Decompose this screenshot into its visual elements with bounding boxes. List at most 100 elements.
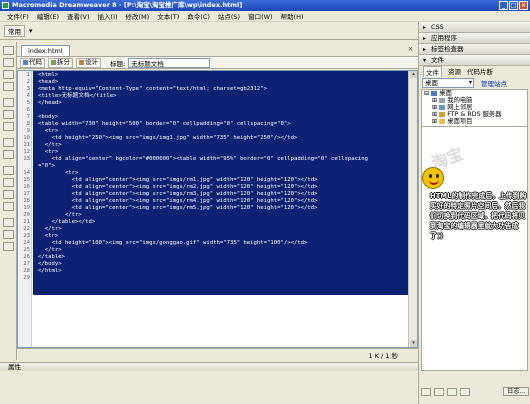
minimize-button[interactable]: _: [499, 1, 508, 10]
indent-code-icon[interactable]: [3, 218, 14, 227]
connect-icon[interactable]: [421, 387, 431, 396]
code-line[interactable]: 20 </tr>: [18, 212, 408, 219]
code-line[interactable]: 23 <tr>: [18, 233, 408, 240]
code-view-button[interactable]: 代码: [20, 57, 45, 68]
collapse-icon[interactable]: ⊟: [424, 90, 429, 97]
code-line[interactable]: 28 </html>: [18, 268, 408, 275]
manage-sites-link[interactable]: 管理站点: [481, 78, 507, 88]
wrap-tag-icon[interactable]: [3, 190, 14, 199]
tree-item-ftp-rds[interactable]: ⊞ FTP & RDS 服务器: [422, 111, 527, 118]
code-line[interactable]: 6: [18, 107, 408, 114]
code-line[interactable]: 5 </head>: [18, 100, 408, 107]
insert-category-select[interactable]: 常用: [4, 24, 25, 37]
code-line[interactable]: 12 <tr>: [18, 149, 408, 156]
close-button[interactable]: ×: [519, 1, 528, 10]
application-panel-header[interactable]: 应用程序: [419, 33, 530, 44]
expand-icon[interactable]: ⊞: [432, 111, 437, 118]
collapse-selection-icon[interactable]: [3, 70, 14, 79]
get-files-icon[interactable]: [447, 387, 457, 396]
tab-assets[interactable]: 资源: [448, 66, 461, 76]
menu-commands[interactable]: 命令(C): [183, 11, 214, 21]
design-view-button[interactable]: 设计: [76, 57, 101, 68]
files-panel-header[interactable]: 文件: [419, 55, 530, 66]
code-line[interactable]: 8 <table width="730" height="500" border=…: [18, 121, 408, 128]
scroll-down-icon[interactable]: ▾: [410, 340, 417, 347]
site-select[interactable]: 桌面: [422, 77, 474, 88]
code-text: <td align="center" bgcolor="#000000"><ta…: [38, 156, 369, 162]
code-line[interactable]: 27 </body>: [18, 261, 408, 268]
code-line[interactable]: 3 <meta http-equiv="Content-Type" content…: [18, 86, 408, 93]
code-line[interactable]: 21 </table></td>: [18, 219, 408, 226]
select-parent-tag-icon[interactable]: [3, 98, 14, 107]
format-source-icon[interactable]: [3, 242, 14, 251]
tree-item-desktop-items[interactable]: ⊞ 桌面项目: [422, 118, 527, 125]
menu-help[interactable]: 帮助(H): [277, 11, 308, 21]
recent-snippets-icon[interactable]: [3, 202, 14, 211]
tree-item-network[interactable]: ⊞ 网上邻居: [422, 104, 527, 111]
code-line[interactable]: 14 <tr>: [18, 170, 408, 177]
menu-window[interactable]: 窗口(W): [244, 11, 277, 21]
code-line[interactable]: 22 </tr>: [18, 226, 408, 233]
code-line[interactable]: 17 <td align="center"><img src="imgs/rm3…: [18, 191, 408, 198]
menu-modify[interactable]: 修改(M): [122, 11, 154, 21]
document-close-icon[interactable]: ×: [406, 45, 415, 54]
line-numbers-icon[interactable]: [3, 122, 14, 131]
code-line[interactable]: 4 <title>无标题文档</title>: [18, 93, 408, 100]
apply-comment-icon[interactable]: [3, 166, 14, 175]
collapse-tag-icon[interactable]: [3, 58, 14, 67]
code-line[interactable]: 26 </table>: [18, 254, 408, 261]
log-button[interactable]: 日志...: [503, 387, 529, 396]
insert-category-chevron-icon[interactable]: ▾: [29, 27, 33, 35]
tab-snippets[interactable]: 代码片断: [467, 66, 493, 76]
code-line[interactable]: 25 </tr>: [18, 247, 408, 254]
properties-panel-header[interactable]: 属性: [0, 362, 418, 371]
scroll-up-icon[interactable]: ▴: [410, 71, 417, 78]
tab-files[interactable]: 文件: [423, 65, 442, 77]
code-editor[interactable]: 1 <html> 2 <head> 3 <meta http-equiv="Content…: [17, 70, 418, 348]
code-line[interactable]: ="0">: [18, 163, 408, 170]
highlight-invalid-code-icon[interactable]: [3, 138, 14, 147]
code-line[interactable]: 19 <td align="center"><img src="imgs/rm5…: [18, 205, 408, 212]
code-line[interactable]: 24 <td height="100"><img src="imgs/gongg…: [18, 240, 408, 247]
css-panel-header[interactable]: CSS: [419, 22, 530, 33]
tag-inspector-panel-header[interactable]: 标签检查器: [419, 44, 530, 55]
menu-site[interactable]: 站点(S): [214, 11, 244, 21]
put-files-icon[interactable]: [460, 387, 470, 396]
refresh-icon[interactable]: [434, 387, 444, 396]
balance-braces-icon[interactable]: [3, 110, 14, 119]
document-title-input[interactable]: [128, 57, 211, 68]
menu-edit[interactable]: 编辑(E): [33, 11, 63, 21]
code-vertical-scrollbar[interactable]: ▴ ▾: [408, 71, 417, 347]
code-line[interactable]: 16 <td align="center"><img src="imgs/rm2…: [18, 184, 408, 191]
code-line[interactable]: 18 <td align="center"><img src="imgs/rm4…: [18, 198, 408, 205]
menu-text[interactable]: 文本(T): [153, 11, 183, 21]
code-line[interactable]: 15 <td align="center"><img src="imgs/rm1…: [18, 177, 408, 184]
code-line[interactable]: 10 <td height="250"><img src="imgs/img1.…: [18, 135, 408, 142]
expand-icon[interactable]: ⊞: [432, 97, 437, 104]
tree-item-my-computer[interactable]: ⊞ 我的电脑: [422, 97, 527, 104]
code-line[interactable]: 7 <body>: [18, 114, 408, 121]
open-documents-icon[interactable]: [3, 46, 14, 55]
outdent-code-icon[interactable]: [3, 230, 14, 239]
expand-icon[interactable]: ⊞: [432, 104, 437, 111]
remove-comment-icon[interactable]: [3, 178, 14, 187]
split-view-button[interactable]: 拆分: [48, 57, 73, 68]
expand-icon[interactable]: ⊞: [432, 118, 437, 125]
expand-all-icon[interactable]: [3, 82, 14, 91]
menu-file[interactable]: 文件(F): [3, 11, 33, 21]
menu-insert[interactable]: 插入(I): [94, 11, 122, 21]
code-line[interactable]: 2 <head>: [18, 79, 408, 86]
maximize-button[interactable]: □: [509, 1, 518, 10]
document-tab[interactable]: index.html: [21, 45, 70, 56]
tree-item-desktop[interactable]: ⊟ 桌面: [422, 90, 527, 97]
code-line[interactable]: 11 </tr>: [18, 142, 408, 149]
insert-bar: 常用 ▾: [0, 22, 418, 40]
code-line[interactable]: 9 <tr>: [18, 128, 408, 135]
code-line[interactable]: 1 <html>: [18, 72, 408, 79]
word-wrap-icon[interactable]: [3, 150, 14, 159]
code-text: <tr>: [38, 170, 79, 176]
code-line[interactable]: 13 <td align="center" bgcolor="#000000">…: [18, 156, 408, 163]
menu-view[interactable]: 查看(V): [63, 11, 94, 21]
code-text: </html>: [38, 268, 62, 274]
code-line[interactable]: 29: [18, 275, 408, 282]
